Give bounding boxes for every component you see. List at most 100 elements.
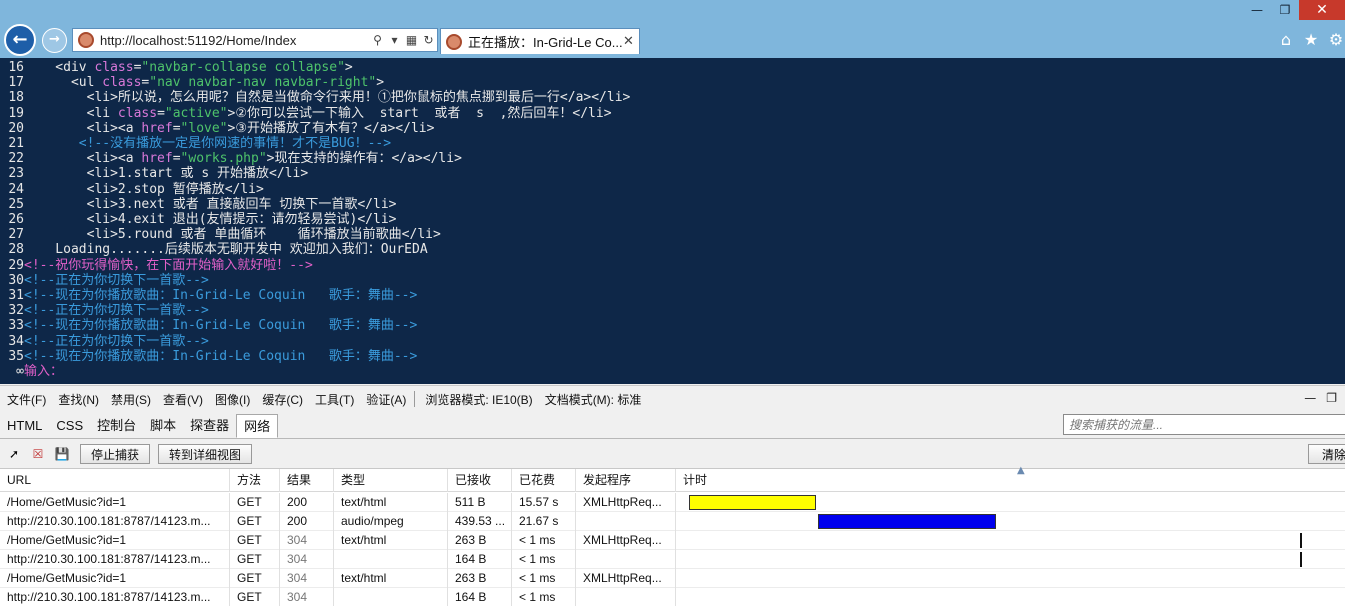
line-number: 30 xyxy=(8,272,24,288)
devtools-minimize-icon[interactable]: — xyxy=(1304,391,1316,405)
refresh-icon[interactable]: ↻ xyxy=(420,33,437,47)
favorites-star-icon[interactable]: ★ xyxy=(1302,30,1320,49)
cell-timing xyxy=(676,550,1345,569)
line-number: 22 xyxy=(8,151,24,167)
code-segment: <li>所以说，怎么用呢？自然是当做命令行来用！①把你鼠标的焦点挪到最后一行</… xyxy=(24,90,631,106)
devtools-menu-item[interactable]: 缓存(C) xyxy=(255,391,308,408)
back-icon[interactable]: ← xyxy=(4,24,36,56)
devtools-undock-icon[interactable]: ❐ xyxy=(1326,391,1337,405)
column-header[interactable]: 方法 xyxy=(230,469,280,492)
devtools-tab[interactable]: 控制台 xyxy=(90,414,143,438)
cell-type: text/html xyxy=(334,531,448,550)
cell-timing xyxy=(676,493,1345,512)
code-segment: href xyxy=(141,120,173,136)
url-text[interactable]: http://localhost:51192/Home/Index xyxy=(100,33,369,48)
capture-search-input[interactable] xyxy=(1063,414,1345,435)
save-icon[interactable]: 💾 xyxy=(52,445,72,463)
devtools-menu-item[interactable]: 图像(I) xyxy=(208,391,255,408)
devtools-menu-item[interactable]: 验证(A) xyxy=(359,391,411,408)
clear-button[interactable]: 清除 xyxy=(1308,444,1345,464)
column-header[interactable]: 已接收 xyxy=(448,469,512,492)
devtools-menu-item[interactable]: 文件(F) xyxy=(0,391,51,408)
request-row[interactable]: http://210.30.100.181:8787/14123.m... GET… xyxy=(0,512,1345,531)
code-segment: Loading.......后续版本无聊开发中 欢迎加入我们：OurEDA xyxy=(24,242,428,258)
request-row[interactable]: http://210.30.100.181:8787/14123.m... GET… xyxy=(0,550,1345,569)
devtools-tab[interactable]: 脚本 xyxy=(143,414,183,438)
tab-close-icon[interactable]: ✕ xyxy=(623,34,639,49)
devtools-tab[interactable]: 探查器 xyxy=(183,414,236,438)
cell-result: 200 xyxy=(280,493,334,512)
code-line: 17 <ul class="nav navbar-nav navbar-righ… xyxy=(0,75,384,90)
cell-result: 304 xyxy=(280,531,334,550)
page-code-view: 16 <div class="navbar-collapse collapse"… xyxy=(0,58,1345,384)
cell-result: 200 xyxy=(280,512,334,531)
restore-icon[interactable]: ❐ xyxy=(1271,0,1299,20)
code-segment: > xyxy=(376,75,385,91)
code-segment: <li>5.round 或者 单曲循环 循环播放当前歌曲</li> xyxy=(24,227,441,243)
column-header[interactable]: 类型 xyxy=(334,469,448,492)
cell-spent: < 1 ms xyxy=(512,531,576,550)
stop-capture-button[interactable]: 停止捕获 xyxy=(80,444,151,464)
sort-caret-icon[interactable]: ▲ xyxy=(1017,465,1025,476)
select-element-icon[interactable]: ➚ xyxy=(4,445,24,463)
devtools-menu-item[interactable]: 文档模式(M): 标准 xyxy=(538,391,647,408)
column-header[interactable]: URL xyxy=(0,469,230,492)
search-icon[interactable]: ⚲ xyxy=(369,33,386,47)
devtools-menu-item[interactable]: 禁用(S) xyxy=(104,391,156,408)
cell-spent: 15.57 s xyxy=(512,493,576,512)
line-number: 34 xyxy=(8,333,24,349)
address-bar[interactable]: http://localhost:51192/Home/Index ⚲ ▾ ▦ … xyxy=(72,28,438,52)
devtools-menu-item[interactable]: 查找(N) xyxy=(51,391,104,408)
devtools-tab[interactable]: 网络 xyxy=(236,414,279,438)
request-row[interactable]: /Home/GetMusic?id=1 GET 304 text/html 263 B <… xyxy=(0,531,1345,550)
cell-url: http://210.30.100.181:8787/14123.m... xyxy=(0,588,230,606)
window-controls: — ❐ ✕ xyxy=(1243,0,1345,22)
code-segment: <li>4.exit 退出(友情提示：请勿轻易尝试)</li> xyxy=(24,212,397,227)
code-line: 23 <li>1.start 或 s 开始播放</li> xyxy=(0,166,308,181)
close-icon[interactable]: ✕ xyxy=(1299,0,1345,20)
column-header[interactable]: 计时 xyxy=(676,469,1345,492)
code-line: 25 <li>3.next 或者 直接敲回车 切换下一首歌</li> xyxy=(0,196,397,212)
clear-cache-icon[interactable]: ☒ xyxy=(28,445,48,463)
cell-initiator: XMLHttpReq... xyxy=(576,531,676,550)
devtools-menu-item[interactable]: 查看(V) xyxy=(156,391,208,408)
forward-icon[interactable]: → xyxy=(42,28,67,53)
code-segment: <li><a xyxy=(24,120,142,136)
cell-url: /Home/GetMusic?id=1 xyxy=(0,493,230,512)
devtools-menu-item[interactable]: 浏览器模式: IE10(B) xyxy=(418,391,537,408)
cell-url: http://210.30.100.181:8787/14123.m... xyxy=(0,512,230,531)
dropdown-chevron-icon[interactable]: ▾ xyxy=(386,33,403,47)
devtools-tab[interactable]: HTML xyxy=(0,414,49,438)
code-segment: <li>3.next 或者 直接敲回车 切换下一首歌</li> xyxy=(24,196,397,212)
home-icon[interactable]: ⌂ xyxy=(1277,30,1295,49)
code-segment: <!--祝你玩得愉快，在下面开始输入就好啦！--> xyxy=(24,257,313,273)
cell-url: http://210.30.100.181:8787/14123.m... xyxy=(0,550,230,569)
code-segment: >③开始播放了有木有？</a></li> xyxy=(227,120,435,136)
column-header[interactable]: 已花费 xyxy=(512,469,576,492)
compatibility-icon[interactable]: ▦ xyxy=(403,33,420,47)
code-segment: <ul xyxy=(24,75,103,91)
code-line: 34<!--正在为你切换下一首歌--> xyxy=(0,333,208,349)
request-row[interactable]: /Home/GetMusic?id=1 GET 304 text/html 263 B <… xyxy=(0,569,1345,588)
request-row[interactable]: /Home/GetMusic?id=1 GET 200 text/html 511 B1… xyxy=(0,493,1345,512)
request-row[interactable]: http://210.30.100.181:8787/14123.m... GET… xyxy=(0,588,1345,606)
column-header[interactable]: 结果 xyxy=(280,469,334,492)
devtools-menu-item[interactable]: 工具(T) xyxy=(308,391,359,408)
tab-title: 正在播放：In-Grid-Le Co... xyxy=(468,35,623,50)
code-segment: <li>1.start 或 s 开始播放</li> xyxy=(24,166,309,182)
code-segment: <li><a xyxy=(24,151,142,167)
line-number: 31 xyxy=(8,288,24,303)
detail-view-button[interactable]: 转到详细视图 xyxy=(158,444,253,464)
timing-tick xyxy=(1300,552,1303,567)
devtools-tab[interactable]: CSS xyxy=(49,414,90,438)
code-segment: <!--现在为你播放歌曲：In-Grid-Le Coquin 歌手：舞曲--> xyxy=(24,318,418,334)
cell-timing xyxy=(676,588,1345,606)
line-number: 33 xyxy=(8,318,24,334)
minimize-icon[interactable]: — xyxy=(1243,0,1271,20)
cell-received: 164 B xyxy=(448,588,512,606)
cell-type: text/html xyxy=(334,569,448,588)
cell-received: 511 B xyxy=(448,493,512,512)
browser-tab[interactable]: 正在播放：In-Grid-Le Co... ✕ xyxy=(440,28,640,54)
settings-gear-icon[interactable]: ⚙ xyxy=(1327,30,1345,49)
column-header[interactable]: 发起程序 xyxy=(576,469,676,492)
